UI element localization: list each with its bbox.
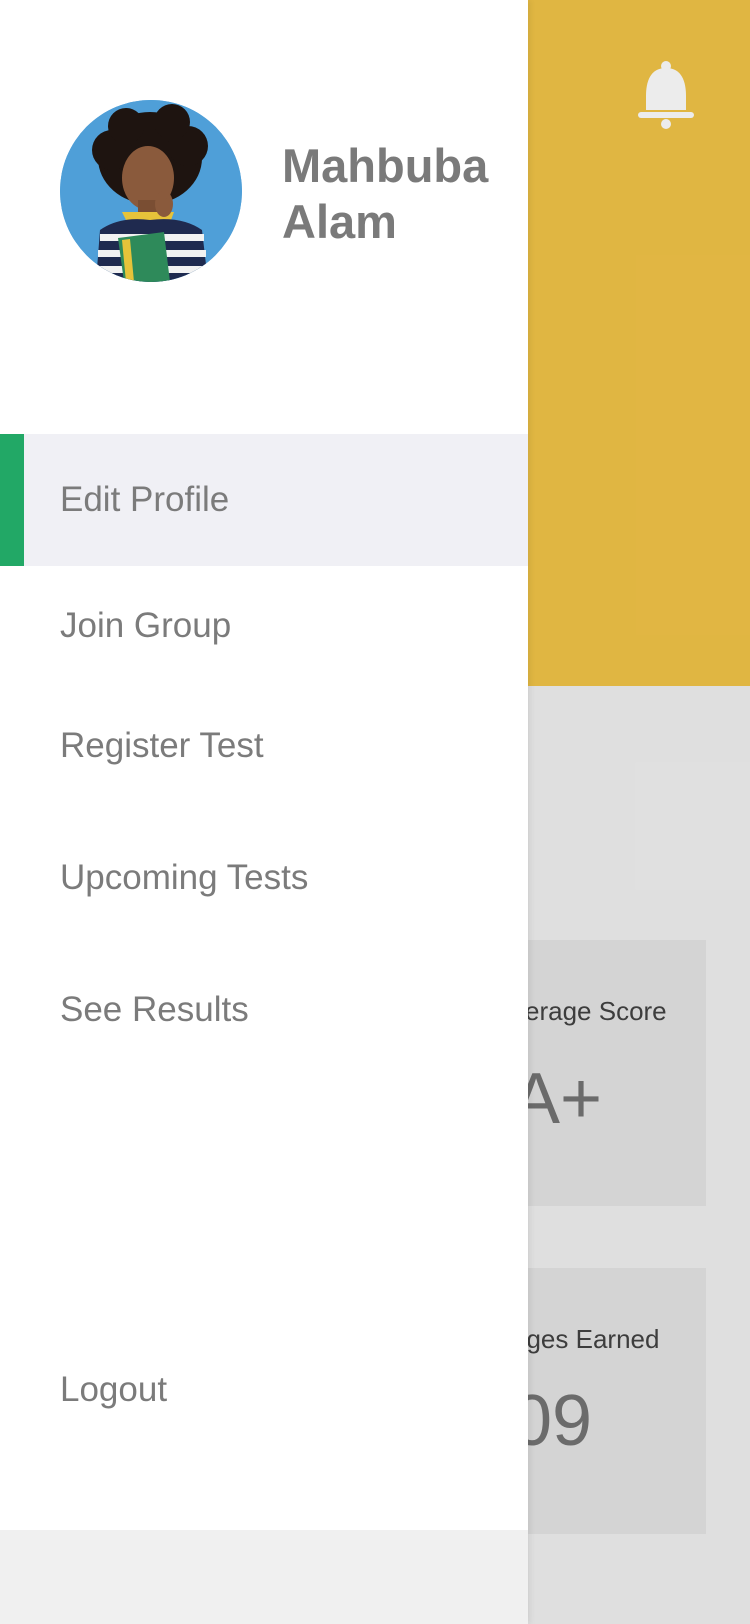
drawer-footer bbox=[0, 1530, 528, 1624]
menu-item-label: See Results bbox=[60, 990, 249, 1029]
menu-item-upcoming-tests[interactable]: Upcoming Tests bbox=[0, 812, 528, 944]
avatar[interactable] bbox=[60, 100, 242, 282]
avatar-image bbox=[60, 100, 242, 282]
menu-item-join-group[interactable]: Join Group bbox=[0, 560, 528, 692]
menu-item-label: Register Test bbox=[60, 726, 264, 765]
menu-item-label: Join Group bbox=[60, 606, 232, 645]
menu-item-see-results[interactable]: See Results bbox=[0, 944, 528, 1076]
active-indicator bbox=[0, 434, 24, 566]
menu-item-label: Edit Profile bbox=[60, 480, 230, 519]
navigation-drawer: Mahbuba Alam Edit Profile Join Group Reg… bbox=[0, 0, 528, 1624]
logout-button[interactable]: Logout bbox=[0, 1324, 528, 1456]
menu-item-label: Upcoming Tests bbox=[60, 858, 309, 897]
logout-label: Logout bbox=[60, 1370, 168, 1409]
user-name: Mahbuba Alam bbox=[282, 139, 489, 248]
menu-item-edit-profile[interactable]: Edit Profile bbox=[0, 434, 528, 566]
menu-item-register-test[interactable]: Register Test bbox=[0, 680, 528, 812]
